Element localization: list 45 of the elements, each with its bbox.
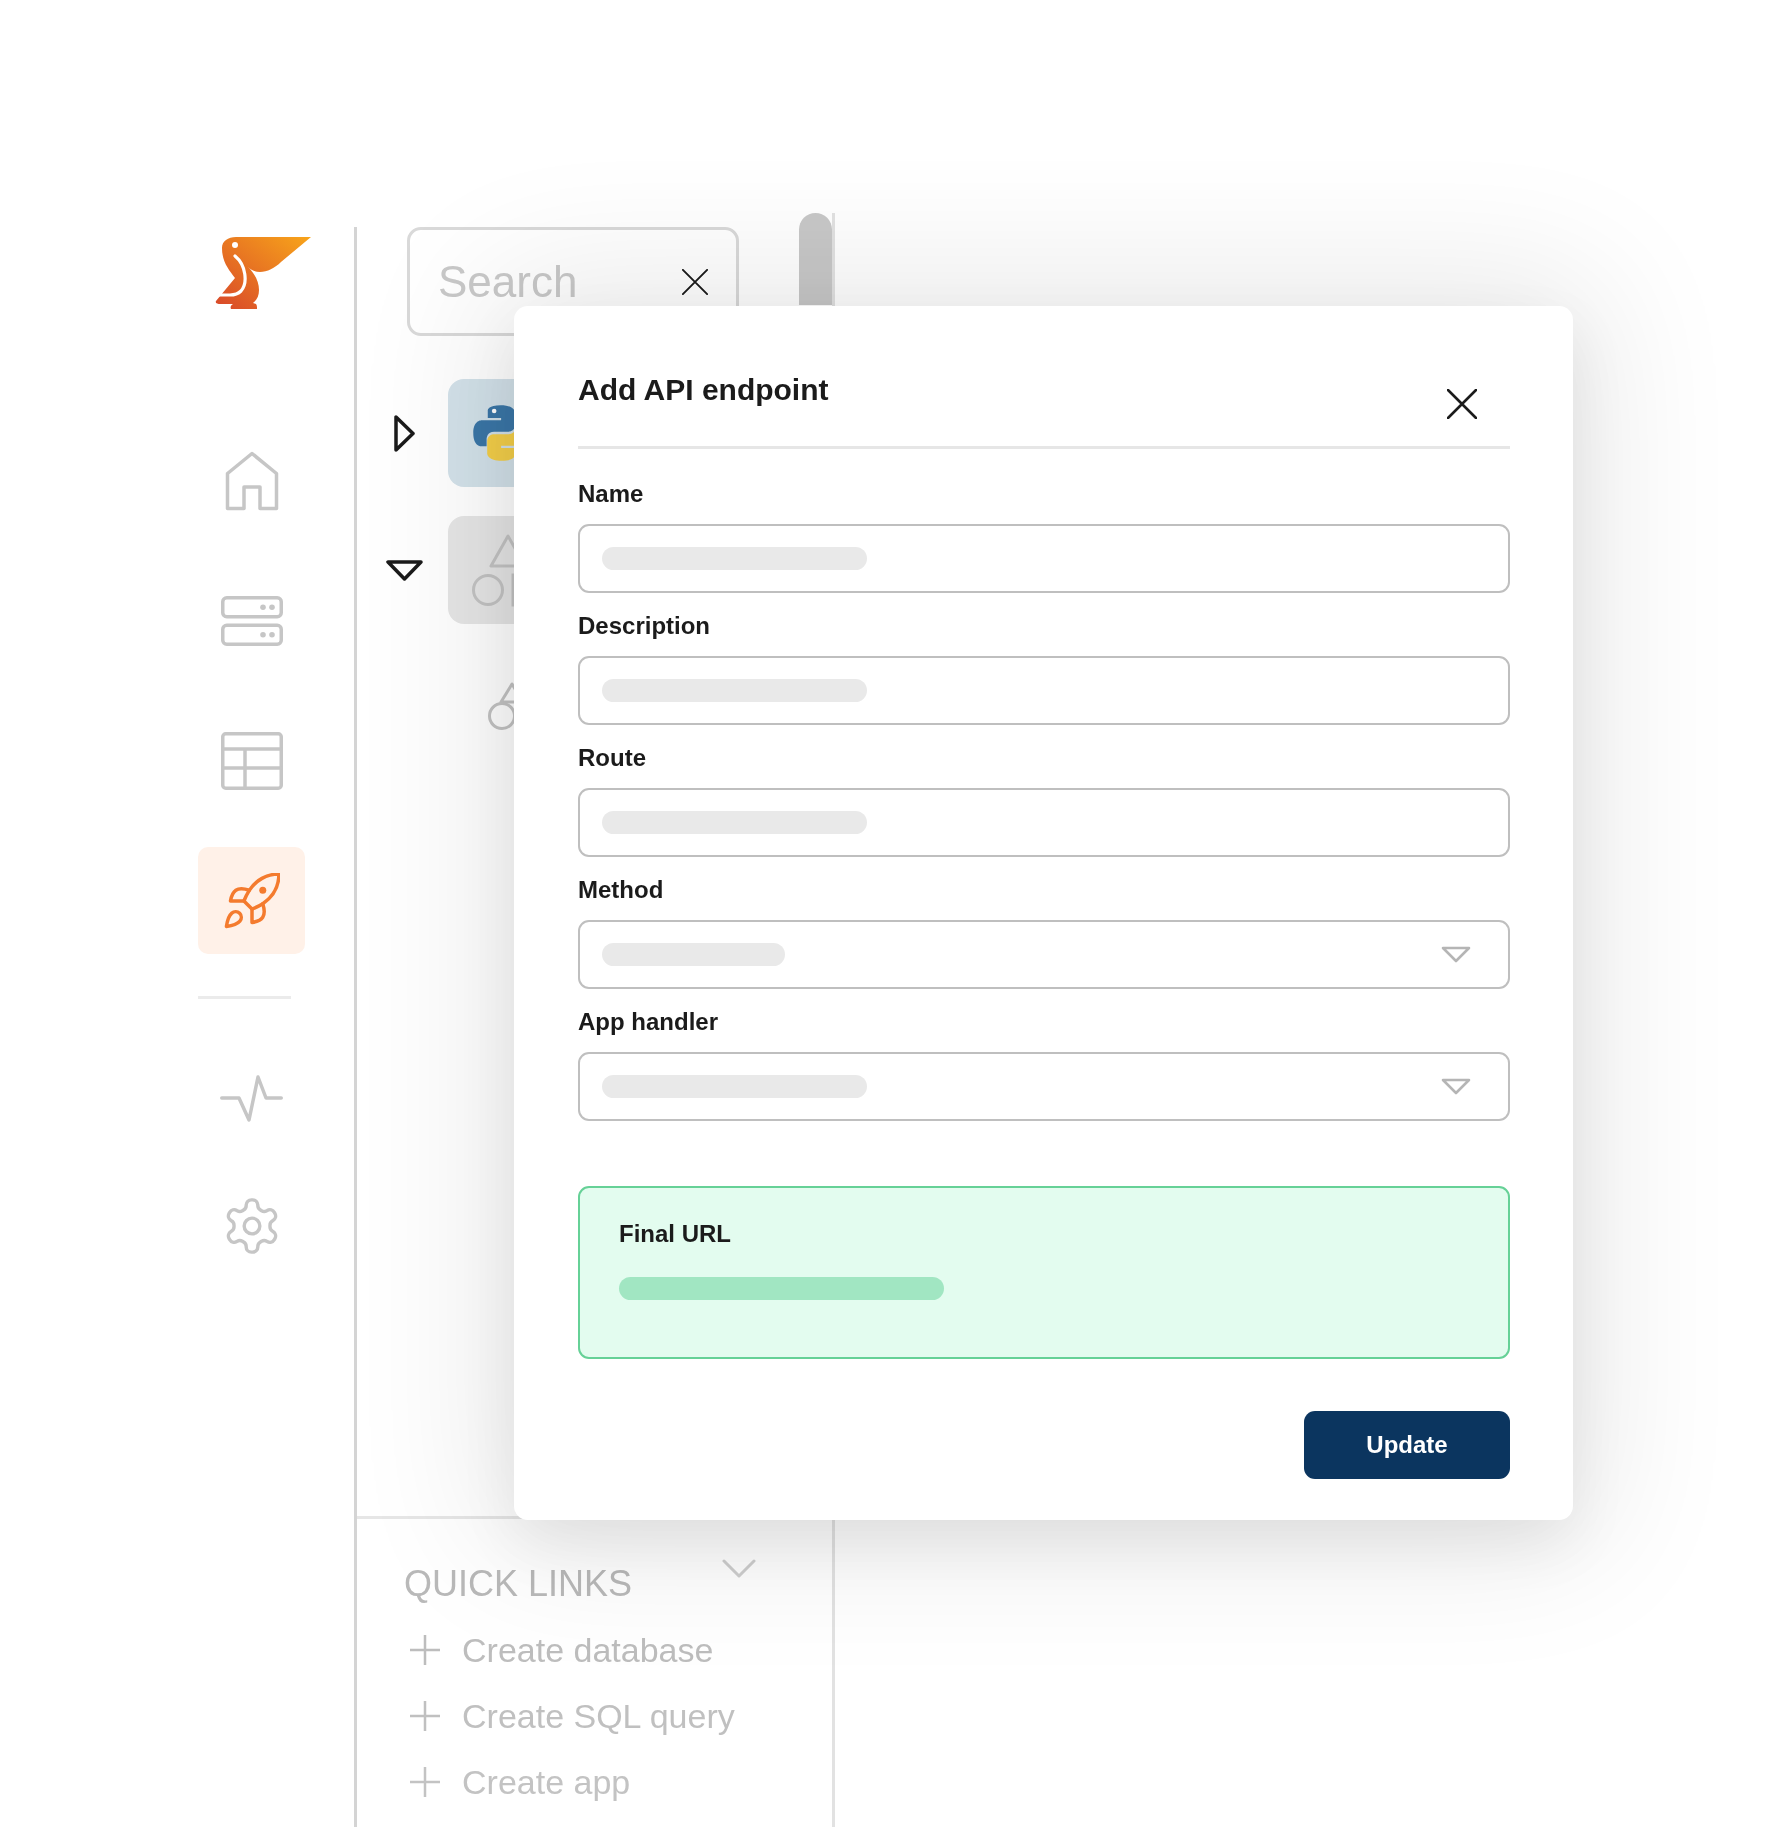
text-field[interactable]	[578, 656, 1510, 725]
home-button[interactable]	[224, 450, 279, 511]
table-button[interactable]	[220, 731, 283, 790]
quick-link[interactable]: Create database	[409, 1628, 714, 1672]
dropdown-caret-icon	[1441, 946, 1471, 963]
settings-button[interactable]	[225, 1197, 278, 1254]
python-icon[interactable]	[448, 379, 514, 487]
server-icon	[220, 595, 283, 646]
section-title: QUICK LINKS	[404, 1562, 633, 1606]
caret-icon[interactable]	[394, 414, 415, 452]
close-icon	[1447, 389, 1477, 419]
clear-button[interactable]	[682, 268, 708, 295]
field-label: App handler	[578, 1007, 718, 1036]
update-button[interactable]: Update	[1304, 1411, 1510, 1479]
field-label: Route	[578, 743, 646, 772]
field-label: Description	[578, 611, 711, 640]
shapes-icon[interactable]	[487, 682, 514, 732]
plus-icon	[409, 1700, 441, 1732]
home-icon	[224, 450, 279, 511]
rocket-icon	[223, 872, 280, 929]
close-icon	[682, 268, 708, 295]
close-button[interactable]	[1447, 389, 1477, 419]
text-field[interactable]	[578, 524, 1510, 593]
plus-icon	[409, 1634, 441, 1666]
server-button[interactable]	[220, 595, 283, 646]
chevron-down-icon[interactable]	[722, 1559, 756, 1579]
pulse-icon	[220, 1075, 283, 1122]
dropdown-field[interactable]	[578, 1052, 1510, 1121]
dropdown-field[interactable]	[578, 920, 1510, 989]
table-icon	[220, 731, 283, 790]
settings-icon	[225, 1197, 278, 1254]
dialog-title: Add API endpoint	[578, 372, 829, 408]
caret-icon[interactable]	[386, 559, 423, 581]
plus-icon	[409, 1766, 441, 1798]
quick-link[interactable]: Create app	[409, 1760, 631, 1804]
field-label: Name	[578, 479, 644, 508]
dropdown-caret-icon	[1441, 1078, 1471, 1095]
rocket-button[interactable]	[198, 847, 305, 954]
quick-link[interactable]: Create SQL query	[409, 1694, 735, 1738]
final-url-label: Final URL	[619, 1219, 731, 1248]
scrollbar-thumb[interactable]	[799, 213, 832, 305]
activity-button[interactable]	[220, 1075, 283, 1122]
field-label: Method	[578, 875, 664, 904]
text-field[interactable]	[578, 788, 1510, 857]
shapes-icon[interactable]	[448, 516, 514, 624]
